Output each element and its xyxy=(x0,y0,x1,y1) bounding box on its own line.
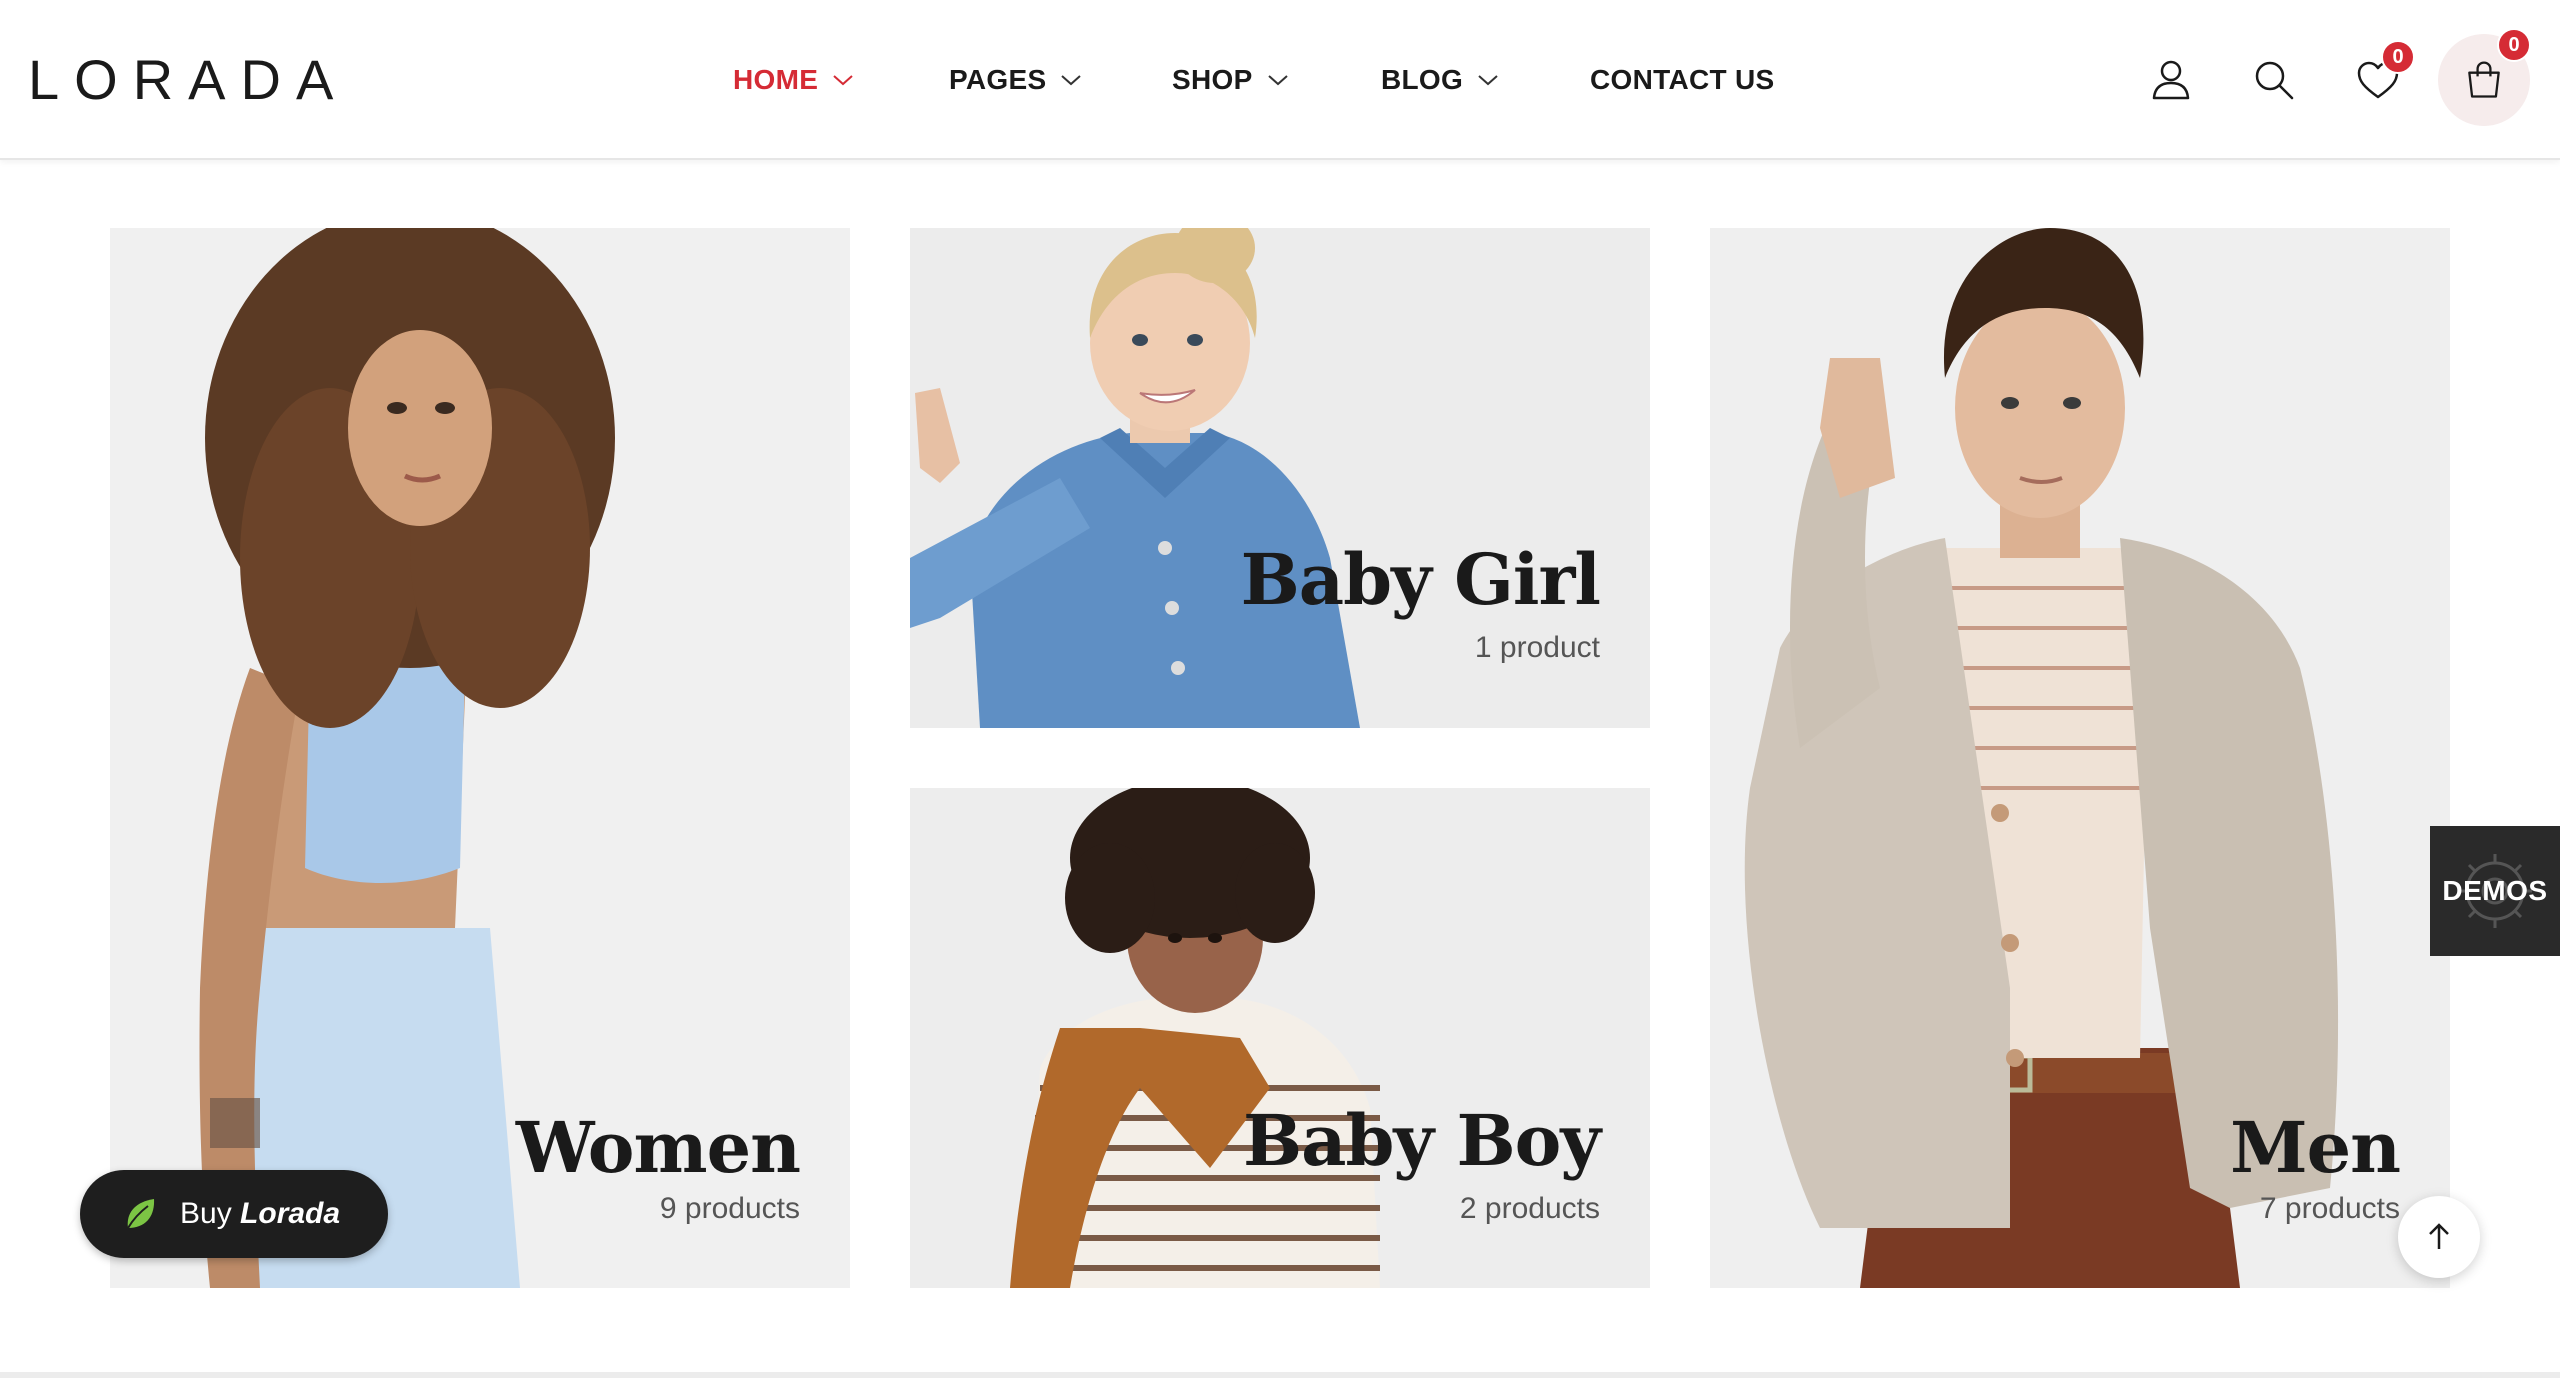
nav-item-pages[interactable]: PAGES xyxy=(949,56,1082,104)
nav-item-contact-us[interactable]: CONTACT US xyxy=(1590,56,1774,104)
nav-item-label: HOME xyxy=(733,64,819,95)
section-divider xyxy=(0,1372,2560,1378)
buy-lorada-button[interactable]: Buy Lorada xyxy=(80,1170,388,1258)
buy-button-label: Buy Lorada xyxy=(180,1197,340,1231)
site-header: LORADA HOME PAGES SHOP BLOG CONTACT US 0… xyxy=(0,0,2560,160)
main-nav: HOME PAGES SHOP BLOG CONTACT US xyxy=(0,56,1800,104)
category-tile-men[interactable]: Men 7 products xyxy=(1710,228,2450,1288)
demos-tab[interactable]: DEMOS xyxy=(2430,826,2560,956)
nav-item-label: CONTACT US xyxy=(1590,64,1775,95)
search-button[interactable] xyxy=(2250,56,2298,104)
nav-item-shop[interactable]: SHOP xyxy=(1172,56,1289,104)
category-tile-women[interactable]: Women 9 products xyxy=(110,228,850,1288)
account-button[interactable] xyxy=(2147,56,2195,104)
category-title: Baby Boy xyxy=(1242,1099,1601,1182)
category-count: 7 products xyxy=(2259,1192,2400,1225)
nav-item-label: BLOG xyxy=(1381,64,1464,95)
nav-item-label: PAGES xyxy=(949,64,1047,95)
shopping-bag-icon xyxy=(2468,61,2500,98)
arrow-up-icon xyxy=(2429,1223,2449,1249)
chevron-down-icon xyxy=(1061,75,1082,86)
nav-item-home[interactable]: HOME xyxy=(733,56,854,104)
buy-prefix: Buy xyxy=(180,1197,232,1230)
wishlist-count-badge: 0 xyxy=(2381,40,2415,74)
buy-brand: Lorada xyxy=(240,1197,341,1230)
user-icon xyxy=(2152,60,2190,100)
nav-item-label: SHOP xyxy=(1172,64,1253,95)
nav-item-blog[interactable]: BLOG xyxy=(1381,56,1499,104)
demos-label: DEMOS xyxy=(2442,875,2548,906)
chevron-down-icon xyxy=(1267,75,1288,86)
category-tile-baby-girl[interactable]: Baby Girl 1 product xyxy=(910,228,1650,728)
search-icon xyxy=(2255,61,2294,100)
chevron-down-icon xyxy=(1478,75,1498,86)
category-tile-baby-boy[interactable]: Baby Boy 2 products xyxy=(910,788,1650,1288)
category-count: 2 products xyxy=(1459,1192,1600,1225)
category-count: 9 products xyxy=(659,1192,800,1225)
page: LORADA HOME PAGES SHOP BLOG CONTACT US 0… xyxy=(0,0,2560,1378)
chevron-down-icon xyxy=(833,75,853,86)
leaf-icon xyxy=(127,1199,155,1229)
category-title: Men xyxy=(2230,1106,2401,1189)
scroll-to-top-button[interactable] xyxy=(2398,1196,2480,1278)
category-title: Women xyxy=(515,1106,801,1189)
category-title: Baby Girl xyxy=(1240,538,1601,621)
category-count: 1 product xyxy=(1474,631,1600,664)
cart-count-badge: 0 xyxy=(2497,28,2531,62)
